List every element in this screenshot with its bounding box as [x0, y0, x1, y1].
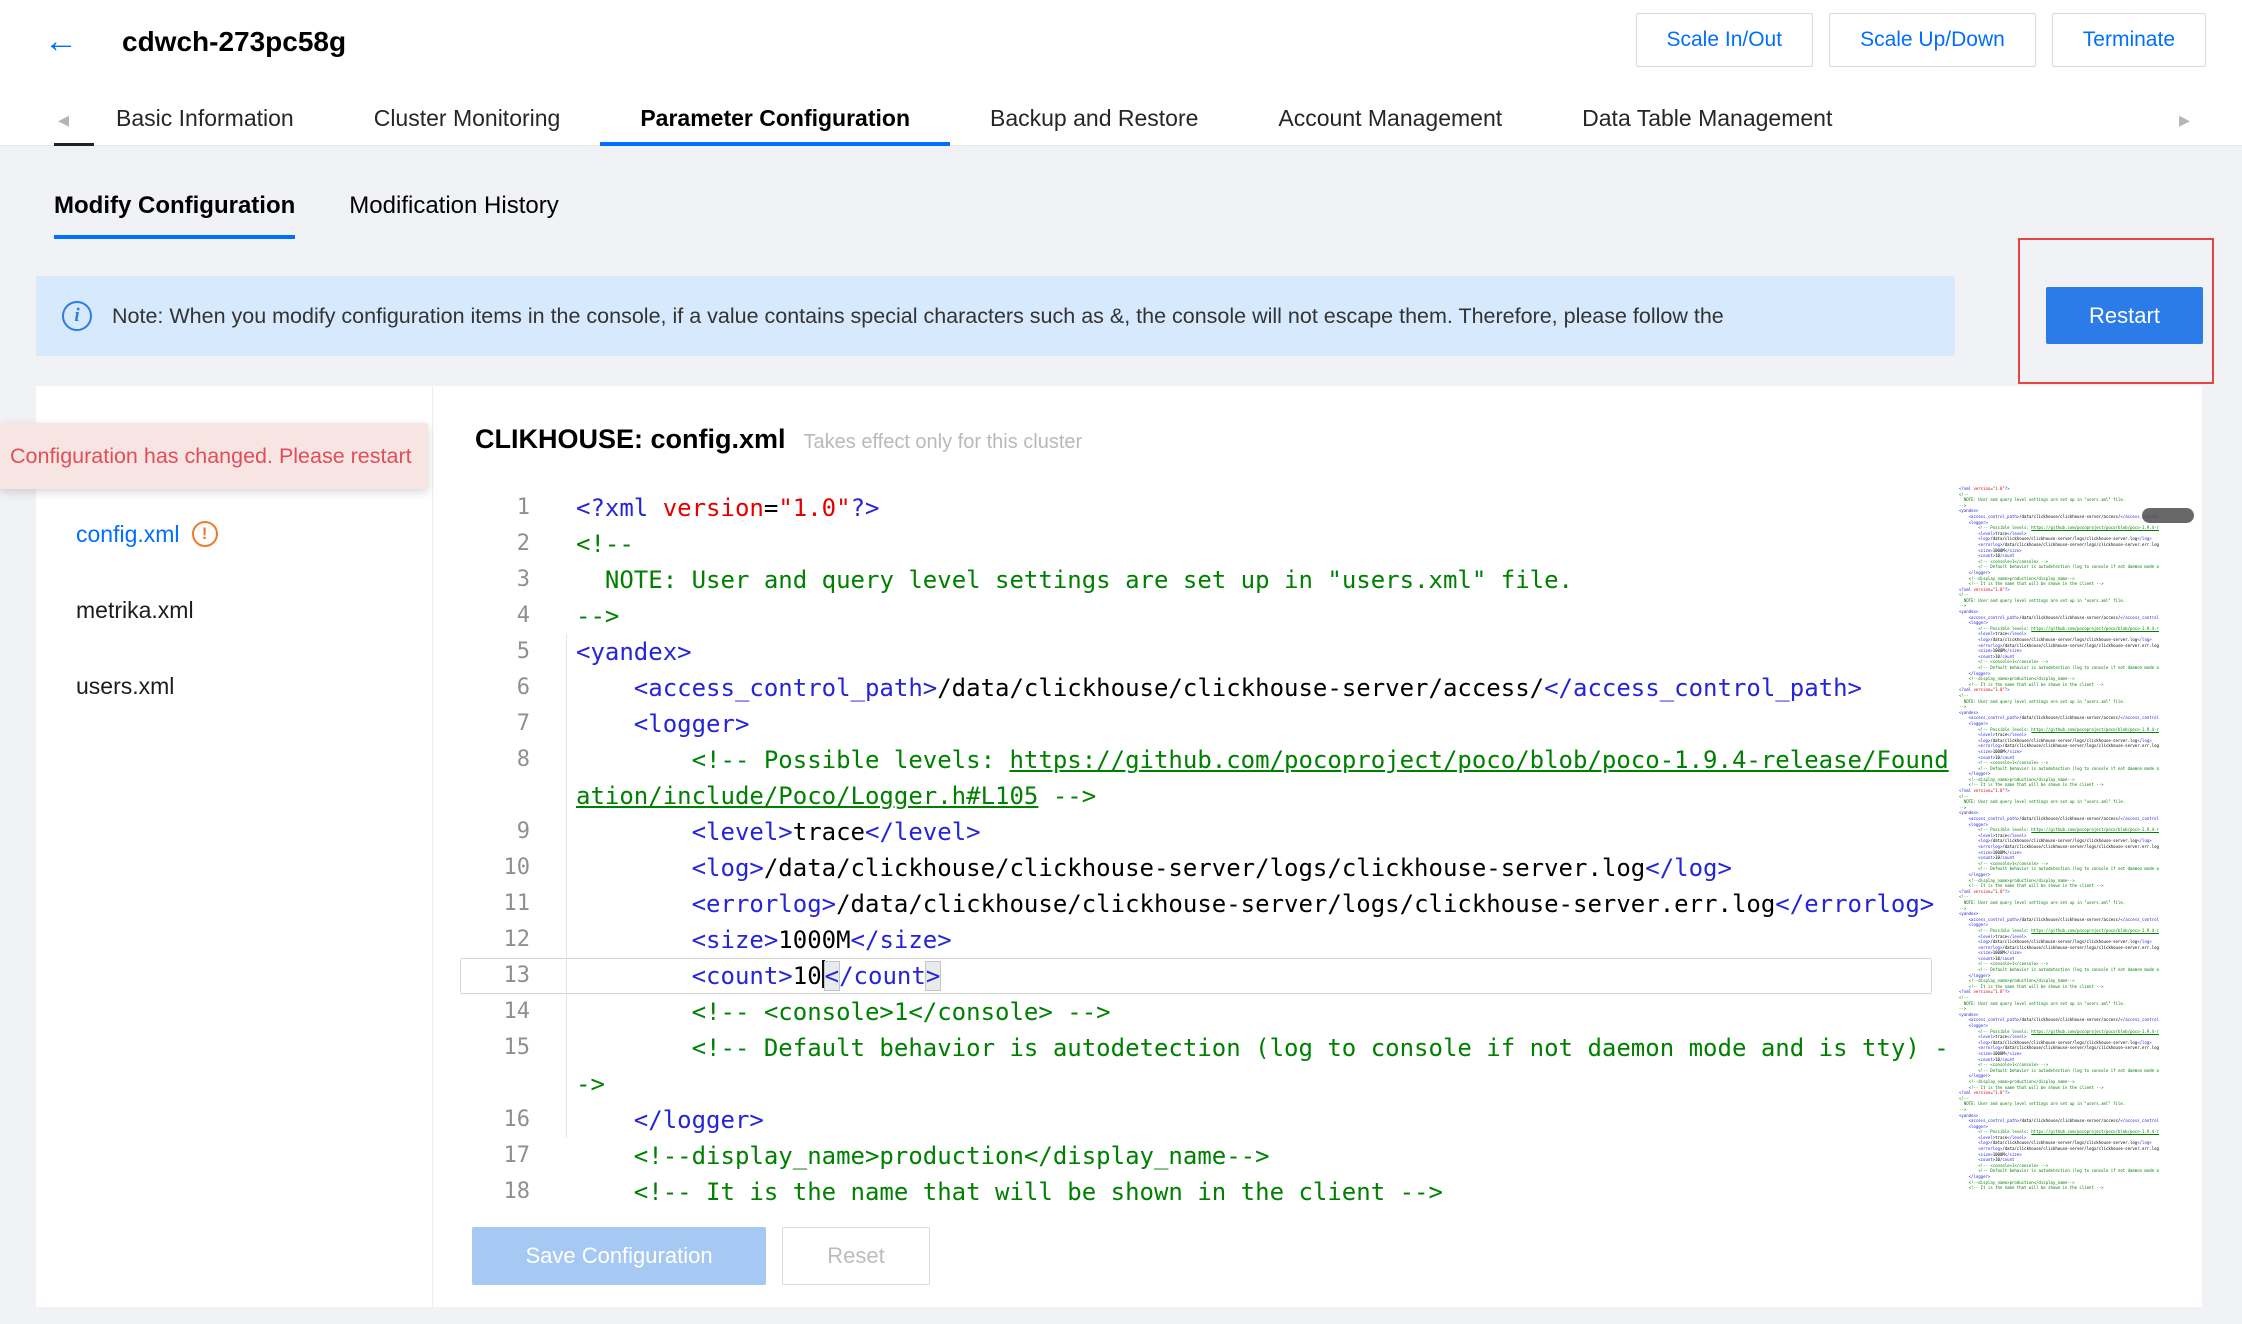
line-number: 14: [460, 994, 530, 1030]
line-number: 12: [460, 922, 530, 958]
info-icon: i: [62, 301, 92, 331]
code-line-4: 4-->: [460, 598, 1932, 634]
code-line-3: 3 NOTE: User and query level settings ar…: [460, 562, 1932, 598]
file-name: users.xml: [76, 673, 174, 700]
code-editor[interactable]: 1<?xml version="1.0"?>2<!--3 NOTE: User …: [460, 486, 2202, 1210]
line-number: 18: [460, 1174, 530, 1210]
file-item-users-xml[interactable]: users.xml: [36, 648, 432, 724]
code-line-15: 15 <!-- Default behavior is autodetectio…: [460, 1030, 1932, 1102]
line-number: 1: [460, 490, 530, 526]
save-configuration-button[interactable]: Save Configuration: [472, 1227, 766, 1285]
restart-button[interactable]: Restart: [2046, 287, 2203, 344]
back-arrow-icon[interactable]: ←: [44, 22, 78, 61]
code-line-12: 12 <size>1000M</size>: [460, 922, 1932, 958]
tab-cluster-monitoring[interactable]: Cluster Monitoring: [334, 95, 601, 146]
tab-basic-information[interactable]: Basic Information: [76, 95, 334, 146]
code-line-13: 13 <count>10</count>: [460, 958, 1932, 994]
editor-subtitle: Takes effect only for this cluster: [804, 431, 1083, 454]
line-number: 17: [460, 1138, 530, 1174]
scale-up-down-button[interactable]: Scale Up/Down: [1829, 13, 2036, 67]
tab-account-management[interactable]: Account Management: [1238, 95, 1542, 146]
code-line-5: 5<yandex>: [460, 634, 1932, 670]
tab-list: Basic InformationCluster MonitoringParam…: [76, 95, 1872, 146]
tab-backup-and-restore[interactable]: Backup and Restore: [950, 95, 1238, 146]
line-number: 13: [460, 958, 530, 994]
editor-header: CLIKHOUSE: config.xml Takes effect only …: [475, 424, 1082, 455]
line-number: 11: [460, 886, 530, 922]
code-line-17: 17 <!--display_name>production</display_…: [460, 1138, 1932, 1174]
reset-button[interactable]: Reset: [782, 1227, 930, 1285]
line-number: 8: [460, 742, 530, 814]
warning-icon: !: [192, 521, 218, 547]
subtab-bar: Modify Configuration Modification History: [54, 192, 559, 239]
header: ← cdwch-273pc58g Scale In/Out Scale Up/Do…: [0, 0, 2242, 95]
file-name: metrika.xml: [76, 597, 194, 624]
line-number: 6: [460, 670, 530, 706]
code-line-10: 10 <log>/data/clickhouse/clickhouse-serv…: [460, 850, 1932, 886]
code-line-11: 11 <errorlog>/data/clickhouse/clickhouse…: [460, 886, 1932, 922]
line-number: 3: [460, 562, 530, 598]
line-number: 2: [460, 526, 530, 562]
code-line-18: 18 <!-- It is the name that will be show…: [460, 1174, 1932, 1210]
terminate-button[interactable]: Terminate: [2052, 13, 2206, 67]
tab-scroll-left-icon[interactable]: ◂: [58, 107, 69, 133]
file-item-metrika-xml[interactable]: metrika.xml: [36, 572, 432, 648]
code-lines: 1<?xml version="1.0"?>2<!--3 NOTE: User …: [460, 490, 1932, 1210]
file-name: config.xml: [76, 521, 180, 548]
tab-parameter-configuration[interactable]: Parameter Configuration: [600, 95, 950, 146]
restart-tooltip: Configuration has changed. Please restar…: [0, 423, 428, 489]
banner-text: Note: When you modify configuration item…: [112, 304, 1724, 329]
line-number: 7: [460, 706, 530, 742]
code-line-8: 8 <!-- Possible levels: https://github.c…: [460, 742, 1932, 814]
code-line-14: 14 <!-- <console>1</console> -->: [460, 994, 1932, 1030]
subtab-modify-configuration[interactable]: Modify Configuration: [54, 192, 295, 239]
code-line-6: 6 <access_control_path>/data/clickhouse/…: [460, 670, 1932, 706]
code-line-16: 16 </logger>: [460, 1102, 1932, 1138]
code-line-1: 1<?xml version="1.0"?>: [460, 490, 1932, 526]
page-title: cdwch-273pc58g: [122, 26, 346, 58]
config-card: config.xml! metrika.xml users.xml CLIKHOUS…: [36, 386, 2202, 1307]
tab-data-table-management[interactable]: Data Table Management: [1542, 95, 1872, 146]
tab-scroll-right-icon[interactable]: ▸: [2179, 107, 2190, 133]
line-number: 4: [460, 598, 530, 634]
code-line-9: 9 <level>trace</level>: [460, 814, 1932, 850]
header-actions: Scale In/Out Scale Up/Down Terminate: [1636, 13, 2207, 67]
line-number: 9: [460, 814, 530, 850]
scale-in-out-button[interactable]: Scale In/Out: [1636, 13, 1814, 67]
subtab-modification-history[interactable]: Modification History: [349, 192, 558, 239]
file-list: config.xml! metrika.xml users.xml: [36, 386, 433, 1307]
line-number: 15: [460, 1030, 530, 1102]
note-banner: i Note: When you modify configuration it…: [36, 276, 1955, 356]
content-area: Modify Configuration Modification History…: [0, 146, 2242, 1324]
code-line-7: 7 <logger>: [460, 706, 1932, 742]
line-number: 16: [460, 1102, 530, 1138]
code-line-2: 2<!--: [460, 526, 1932, 562]
minimap[interactable]: <?xml version="1.0"?> <!-- NOTE: User an…: [1959, 486, 2159, 1200]
tab-bar: ◂ Basic InformationCluster MonitoringPar…: [0, 95, 2242, 146]
indent-guide: [566, 634, 567, 1138]
line-number: 10: [460, 850, 530, 886]
scrollbar-thumb[interactable]: [2142, 508, 2194, 523]
editor-title: CLIKHOUSE: config.xml: [475, 424, 786, 455]
line-number: 5: [460, 634, 530, 670]
file-item-config-xml[interactable]: config.xml!: [36, 496, 432, 572]
